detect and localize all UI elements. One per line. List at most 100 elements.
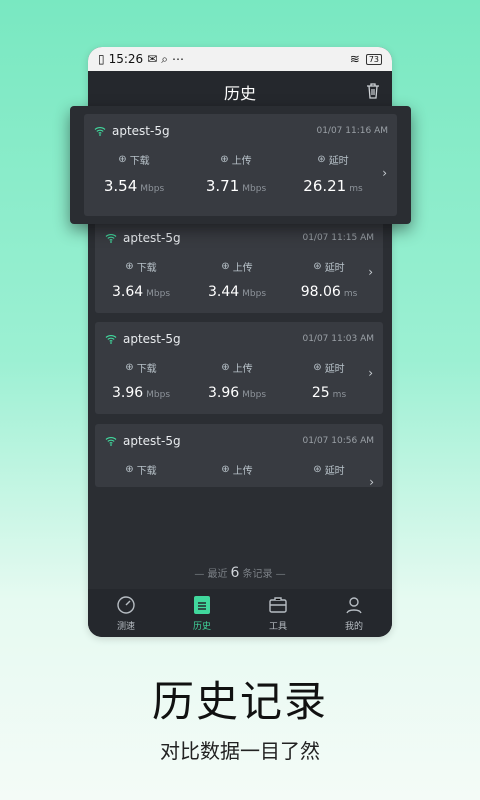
wechat-icon: ✉ xyxy=(147,52,158,66)
latency-label: 延时 xyxy=(328,156,349,167)
latency-metric: ⊛ 延时 25 ms xyxy=(283,360,375,401)
record-count-suffix: 条记录 — xyxy=(242,569,286,580)
highlighted-history-card[interactable]: aptest-5g 01/07 11:16 AM ⊕ 下载 3.54 Mbps ⊕ 上… xyxy=(70,106,411,224)
chevron-right-icon: › xyxy=(369,475,374,489)
download-unit: Mbps xyxy=(146,289,171,299)
upload-metric: ⊕ 上传 xyxy=(191,462,283,477)
latency-unit: ms xyxy=(343,289,358,299)
history-card-2[interactable]: aptest-5g 01/07 11:15 AM ⊕ 下载 3.64 Mbps ⊕ 上… xyxy=(95,221,383,313)
tab-label: 测速 xyxy=(116,621,135,632)
wifi-icon xyxy=(105,233,117,243)
ssid-label: aptest-5g xyxy=(123,332,181,346)
tab-label: 我的 xyxy=(344,621,363,632)
battery-indicator: 73 xyxy=(365,53,382,65)
wifi-status-icon: ≋ xyxy=(349,52,360,66)
download-icon: ⊕ xyxy=(125,261,134,272)
latency-icon: ⊛ xyxy=(313,261,322,272)
tab-profile[interactable]: 我的 xyxy=(316,595,392,632)
chevron-right-icon: › xyxy=(382,166,387,180)
latency-icon: ⊛ xyxy=(317,154,326,165)
download-label: 下载 xyxy=(136,466,157,477)
ssid-label: aptest-5g xyxy=(112,124,170,138)
record-time: 01/07 11:15 AM xyxy=(302,233,374,243)
record-count-number: 6 xyxy=(230,565,240,581)
latency-label: 延时 xyxy=(324,466,345,477)
ssid-row: aptest-5g xyxy=(105,434,181,448)
wifi-icon xyxy=(105,334,117,344)
ssid-row: aptest-5g xyxy=(105,332,181,346)
wifi-icon xyxy=(94,126,106,136)
user-icon xyxy=(346,596,362,613)
toolbox-icon xyxy=(269,596,287,613)
download-value: 3.64 xyxy=(111,284,144,300)
history-card-4[interactable]: aptest-5g 01/07 10:56 AM ⊕ 下载 ⊕ 上传 ⊛ 延时 xyxy=(95,424,383,487)
upload-icon: ⊕ xyxy=(221,464,230,475)
chevron-right-icon: › xyxy=(368,265,373,279)
record-time: 01/07 10:56 AM xyxy=(302,436,374,446)
wifi-icon xyxy=(105,436,117,446)
tab-history[interactable]: 历史 xyxy=(164,595,240,632)
upload-label: 上传 xyxy=(231,156,252,167)
upload-label: 上传 xyxy=(232,364,253,375)
latency-value: 98.06 xyxy=(300,284,341,300)
upload-unit: Mbps xyxy=(242,390,267,400)
latency-metric: ⊛ 延时 98.06 ms xyxy=(283,259,375,300)
latency-unit: ms xyxy=(332,390,347,400)
history-card-3[interactable]: aptest-5g 01/07 11:03 AM ⊕ 下载 3.96 Mbps ⊕ 上… xyxy=(95,322,383,414)
upload-unit: Mbps xyxy=(242,289,267,299)
trash-icon[interactable] xyxy=(366,83,380,99)
chevron-right-icon: › xyxy=(368,366,373,380)
record-count: — 最近 6 条记录 — xyxy=(88,565,392,581)
promo-subtitle: 对比数据一目了然 xyxy=(160,739,320,763)
record-count-prefix: — 最近 xyxy=(194,569,228,580)
download-label: 下载 xyxy=(136,263,157,274)
tab-label: 工具 xyxy=(268,621,287,632)
download-label: 下载 xyxy=(136,364,157,375)
download-icon: ⊕ xyxy=(118,154,127,165)
upload-icon: ⊕ xyxy=(221,362,230,373)
download-value: 3.96 xyxy=(111,385,144,401)
card-content: aptest-5g 01/07 11:16 AM ⊕ 下载 3.54 Mbps ⊕ 上… xyxy=(84,114,397,216)
download-label: 下载 xyxy=(129,156,150,167)
upload-label: 上传 xyxy=(232,466,253,477)
latency-unit: ms xyxy=(349,184,363,194)
more-icon: ⋯ xyxy=(172,52,184,66)
promo-title: 历史记录 xyxy=(151,677,328,726)
download-metric: ⊕ 下载 3.54 Mbps xyxy=(84,152,184,195)
tab-tools[interactable]: 工具 xyxy=(240,595,316,632)
upload-metric: ⊕ 上传 3.96 Mbps xyxy=(191,360,283,401)
speedometer-icon xyxy=(117,595,135,614)
latency-label: 延时 xyxy=(324,263,345,274)
tab-speed-test[interactable]: 测速 xyxy=(88,595,164,632)
download-icon: ⊕ xyxy=(125,362,134,373)
history-card-1[interactable]: aptest-5g 01/07 11:16 AM ⊕ 下载 3.54 Mbps ⊕ 上… xyxy=(84,114,397,216)
download-unit: Mbps xyxy=(146,390,171,400)
download-metric: ⊕ 下载 3.64 Mbps xyxy=(95,259,187,300)
page-title: 历史 xyxy=(223,84,256,103)
download-metric: ⊕ 下载 xyxy=(95,462,187,477)
upload-label: 上传 xyxy=(232,263,253,274)
download-metric: ⊕ 下载 3.96 Mbps xyxy=(95,360,187,401)
document-icon xyxy=(194,595,210,614)
bottom-tab-bar: 测速 历史 工具 我的 xyxy=(88,589,392,637)
latency-metric: ⊛ 延时 26.21 ms xyxy=(288,152,378,195)
latency-metric: ⊛ 延时 xyxy=(283,462,375,477)
upload-value: 3.71 xyxy=(205,177,240,195)
record-time: 01/07 11:16 AM xyxy=(316,126,388,136)
status-bar: ▯ 15:26 ✉ ⌕ ⋯ ≋ 73 xyxy=(88,47,392,71)
latency-icon: ⊛ xyxy=(313,362,322,373)
tab-label: 历史 xyxy=(192,621,211,632)
upload-value: 3.44 xyxy=(207,284,240,300)
upload-metric: ⊕ 上传 3.71 Mbps xyxy=(186,152,286,195)
ssid-row: aptest-5g xyxy=(94,124,170,138)
upload-icon: ⊕ xyxy=(221,261,230,272)
ssid-label: aptest-5g xyxy=(123,434,181,448)
latency-value: 26.21 xyxy=(303,177,347,195)
upload-metric: ⊕ 上传 3.44 Mbps xyxy=(191,259,283,300)
download-icon: ⊕ xyxy=(125,464,134,475)
latency-icon: ⊛ xyxy=(313,464,322,475)
latency-label: 延时 xyxy=(324,364,345,375)
search-icon: ⌕ xyxy=(161,51,168,66)
status-time: 15:26 xyxy=(108,52,144,66)
upload-unit: Mbps xyxy=(242,184,267,194)
